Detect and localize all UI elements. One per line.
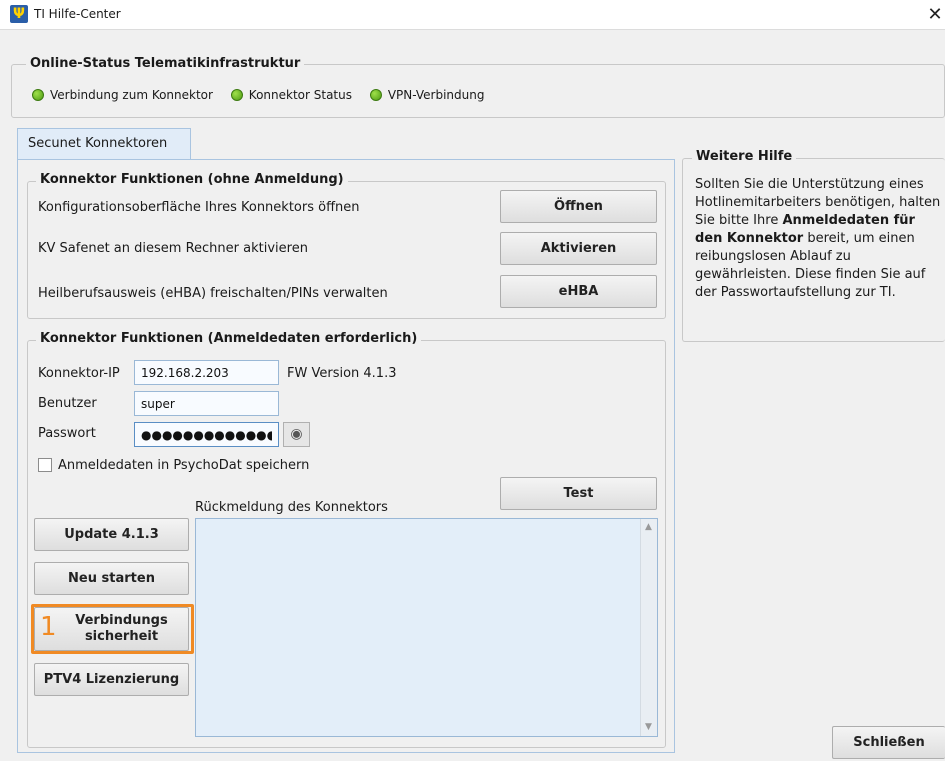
psi-icon: Ψ xyxy=(10,5,28,23)
status-label: VPN-Verbindung xyxy=(387,88,485,102)
password-input[interactable] xyxy=(134,422,279,447)
status-item-konnektor-status: Konnektor Status xyxy=(230,88,352,102)
help-legend: Weitere Hilfe xyxy=(692,149,797,164)
close-button[interactable]: Schließen xyxy=(832,726,945,759)
password-label: Passwort xyxy=(38,426,96,441)
annotation-number: 1 xyxy=(40,612,57,642)
status-item-vpn: VPN-Verbindung xyxy=(369,88,485,102)
user-input[interactable] xyxy=(134,391,279,416)
activate-safenet-label: KV Safenet an diesem Rechner aktivieren xyxy=(38,241,308,256)
update-button[interactable]: Update 4.1.3 xyxy=(34,518,189,551)
functions-no-login-legend: Konnektor Funktionen (ohne Anmeldung) xyxy=(36,172,348,187)
feedback-textarea[interactable]: ▲ ▼ xyxy=(195,518,658,737)
user-label: Benutzer xyxy=(38,396,97,411)
open-button[interactable]: Öffnen xyxy=(500,190,657,223)
restart-button[interactable]: Neu starten xyxy=(34,562,189,595)
status-item-konnektor-connection: Verbindung zum Konnektor xyxy=(32,88,213,102)
test-button[interactable]: Test xyxy=(500,477,657,510)
status-label: Verbindung zum Konnektor xyxy=(50,88,213,102)
show-password-eye-icon[interactable]: ◉ xyxy=(283,422,310,447)
close-icon[interactable]: ✕ xyxy=(924,2,945,28)
activate-button[interactable]: Aktivieren xyxy=(500,232,657,265)
fw-version-label: FW Version 4.1.3 xyxy=(287,366,397,381)
help-text: Sollten Sie die Unterstützung eines Hotl… xyxy=(695,176,945,302)
ehba-button[interactable]: eHBA xyxy=(500,275,657,308)
functions-login-legend: Konnektor Funktionen (Anmeldedaten erfor… xyxy=(36,331,422,346)
tab-secunet-konnektoren[interactable]: Secunet Konnektoren xyxy=(17,128,191,160)
scroll-down-icon[interactable]: ▼ xyxy=(640,719,657,736)
save-credentials-checkbox[interactable] xyxy=(38,458,52,472)
status-label: Konnektor Status xyxy=(248,88,352,102)
window-title: TI Hilfe-Center xyxy=(34,7,121,21)
ptv4-licensing-button[interactable]: PTV4 Lizenzierung xyxy=(34,663,189,696)
status-indicator-icon xyxy=(369,89,382,101)
open-config-label: Konfigurationsoberfläche Ihres Konnektor… xyxy=(38,200,360,215)
title-bar xyxy=(0,0,945,30)
feedback-label: Rückmeldung des Konnektors xyxy=(195,500,388,515)
konnektor-ip-input[interactable] xyxy=(134,360,279,385)
feedback-scrollbar[interactable] xyxy=(640,519,657,736)
status-indicator-icon xyxy=(230,89,243,101)
status-row: Verbindung zum Konnektor Konnektor Statu… xyxy=(32,88,498,102)
save-credentials-label: Anmeldedaten in PsychoDat speichern xyxy=(58,458,310,473)
scroll-up-icon[interactable]: ▲ xyxy=(640,519,657,536)
konnektor-ip-label: Konnektor-IP xyxy=(38,366,120,381)
ehba-label: Heilberufsausweis (eHBA) freischalten/PI… xyxy=(38,286,388,301)
online-status-legend: Online-Status Telematikinfrastruktur xyxy=(26,56,305,71)
status-indicator-icon xyxy=(32,89,44,101)
